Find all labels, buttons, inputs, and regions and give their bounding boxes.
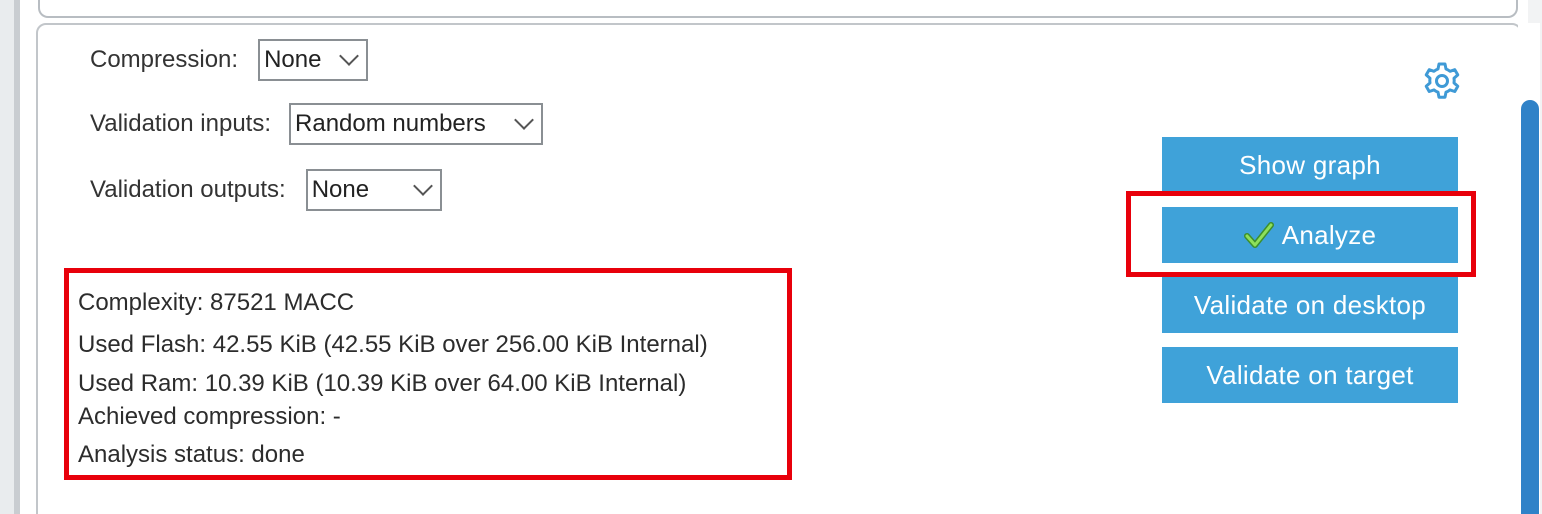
compression-row: Compression: None — [90, 39, 369, 81]
analysis-status-text: Analysis status: done — [78, 441, 305, 468]
achieved-compression-text: Achieved compression: - — [78, 403, 341, 430]
chevron-down-icon — [514, 110, 534, 130]
compression-select[interactable]: None — [258, 39, 369, 81]
validation-inputs-label: Validation inputs: — [90, 110, 272, 137]
validation-inputs-row: Validation inputs: Random numbers — [90, 103, 544, 145]
left-splitter[interactable] — [14, 0, 20, 514]
used-ram-text: Used Ram: 10.39 KiB (10.39 KiB over 64.0… — [78, 370, 687, 397]
validate-on-desktop-label: Validate on desktop — [1193, 289, 1427, 320]
upper-panel — [38, 0, 1518, 18]
gear-icon[interactable] — [1422, 61, 1462, 101]
compression-value: None — [264, 46, 322, 73]
validate-on-desktop-button[interactable]: Validate on desktop — [1162, 277, 1458, 333]
validation-outputs-label: Validation outputs: — [90, 176, 286, 203]
complexity-text: Complexity: 87521 MACC — [78, 289, 355, 316]
chevron-down-icon — [412, 176, 433, 196]
analyze-highlight-box — [1126, 191, 1476, 277]
validation-inputs-select[interactable]: Random numbers — [289, 103, 544, 145]
validate-on-target-label: Validate on target — [1206, 359, 1414, 390]
left-window-edge — [0, 0, 14, 514]
app-window: Compression: None Validation inputs: Ran… — [0, 0, 1542, 514]
validation-inputs-value: Random numbers — [295, 110, 486, 137]
used-flash-text: Used Flash: 42.55 KiB (42.55 KiB over 25… — [78, 331, 708, 358]
model-settings-panel: Compression: None Validation inputs: Ran… — [36, 23, 1522, 514]
validation-outputs-row: Validation outputs: None — [90, 169, 442, 211]
validation-outputs-select[interactable]: None — [305, 169, 442, 211]
show-graph-button[interactable]: Show graph — [1162, 137, 1458, 193]
validation-outputs-value: None — [311, 176, 370, 203]
show-graph-label: Show graph — [1239, 149, 1381, 180]
compression-label: Compression: — [90, 46, 239, 73]
vertical-scrollbar-thumb[interactable] — [1521, 100, 1539, 514]
validate-on-target-button[interactable]: Validate on target — [1162, 347, 1458, 403]
chevron-down-icon — [339, 46, 359, 66]
